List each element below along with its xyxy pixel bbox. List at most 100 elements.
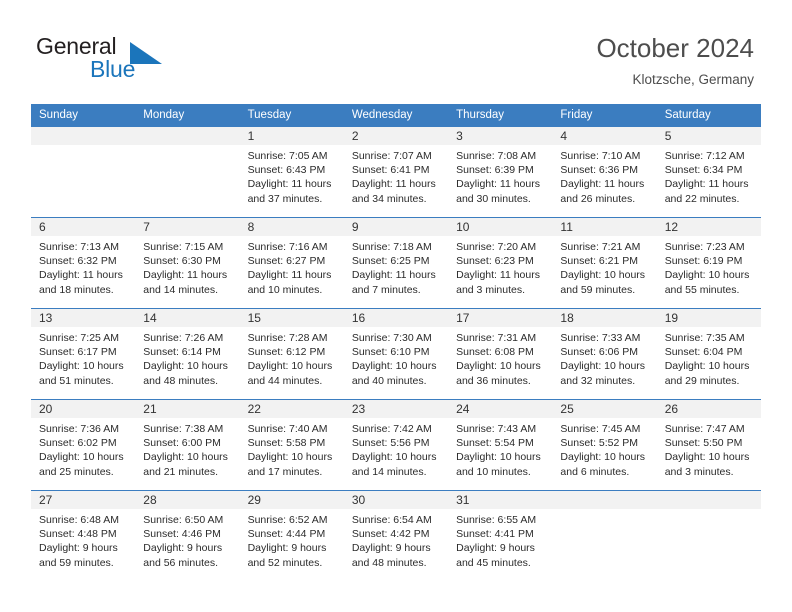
sunrise-text: Sunrise: 7:38 AM bbox=[143, 423, 224, 435]
daylight-text-line1: Daylight: 11 hours bbox=[39, 269, 123, 282]
daylight-text-line1: Daylight: 11 hours bbox=[560, 178, 645, 191]
daylight-text-line2: and 3 minutes. bbox=[456, 283, 526, 296]
calendar-day-cell[interactable]: 14 Sunrise: 7:26 AM Sunset: 6:14 PM Dayligh… bbox=[135, 308, 240, 400]
day-number: 9 bbox=[343, 218, 449, 236]
day-number bbox=[135, 127, 240, 145]
calendar-day-cell[interactable]: 5 Sunrise: 7:12 AM Sunset: 6:34 PM Daylight… bbox=[656, 126, 761, 218]
day-cell-content bbox=[31, 127, 136, 217]
calendar-day-cell[interactable]: 11 Sunrise: 7:21 AM Sunset: 6:21 PM Dayligh… bbox=[552, 217, 657, 309]
calendar-day-cell[interactable]: 31 Sunrise: 6:55 AM Sunset: 4:41 PM Dayligh… bbox=[448, 490, 553, 581]
day-cell-content: 14 Sunrise: 7:26 AM Sunset: 6:14 PM Dayligh… bbox=[135, 309, 240, 399]
day-number: 5 bbox=[656, 127, 761, 145]
sunset-text: Sunset: 6:23 PM bbox=[456, 255, 534, 268]
daylight-text-line2: and 59 minutes. bbox=[560, 283, 636, 296]
day-number: 4 bbox=[552, 127, 657, 145]
daylight-text-line1: Daylight: 10 hours bbox=[247, 451, 333, 464]
calendar-day-cell[interactable]: 9 Sunrise: 7:18 AM Sunset: 6:25 PM Daylight… bbox=[343, 217, 449, 309]
calendar-day-cell[interactable]: 4 Sunrise: 7:10 AM Sunset: 6:36 PM Daylight… bbox=[552, 126, 657, 218]
day-cell-content bbox=[135, 127, 240, 217]
calendar-day-cell[interactable]: 7 Sunrise: 7:15 AM Sunset: 6:30 PM Daylight… bbox=[135, 217, 240, 309]
day-number bbox=[31, 127, 136, 145]
sunrise-text: Sunrise: 7:23 AM bbox=[664, 241, 745, 253]
day-info: Sunrise: 7:47 AM Sunset: 5:50 PM Daylight:… bbox=[657, 418, 761, 479]
calendar-day-cell[interactable]: 30 Sunrise: 6:54 AM Sunset: 4:42 PM Dayligh… bbox=[343, 490, 449, 581]
day-info: Sunrise: 7:21 AM Sunset: 6:21 PM Daylight:… bbox=[552, 236, 656, 297]
sunrise-text: Sunrise: 7:36 AM bbox=[39, 423, 119, 435]
calendar-day-cell[interactable]: 27 Sunrise: 6:48 AM Sunset: 4:48 PM Dayligh… bbox=[31, 490, 136, 581]
calendar-day-cell[interactable]: 8 Sunrise: 7:16 AM Sunset: 6:27 PM Daylight… bbox=[239, 217, 344, 309]
brand-logo[interactable]: General Blue bbox=[36, 33, 256, 93]
sunset-text: Sunset: 4:48 PM bbox=[39, 528, 117, 541]
sunset-text: Sunset: 4:46 PM bbox=[143, 528, 221, 541]
calendar-day-cell[interactable]: 6 Sunrise: 7:13 AM Sunset: 6:32 PM Daylight… bbox=[31, 217, 136, 309]
day-cell-content: 13 Sunrise: 7:25 AM Sunset: 6:17 PM Dayligh… bbox=[31, 309, 136, 399]
daylight-text-line1: Daylight: 10 hours bbox=[664, 360, 750, 373]
page-subtitle: Klotzsche, Germany bbox=[632, 72, 754, 87]
day-info: Sunrise: 7:43 AM Sunset: 5:54 PM Daylight:… bbox=[448, 418, 552, 479]
calendar-day-cell[interactable]: 2 Sunrise: 7:07 AM Sunset: 6:41 PM Daylight… bbox=[343, 126, 449, 218]
day-info: Sunrise: 7:05 AM Sunset: 6:43 PM Daylight:… bbox=[240, 145, 344, 206]
calendar-day-cell[interactable]: 29 Sunrise: 6:52 AM Sunset: 4:44 PM Dayligh… bbox=[239, 490, 344, 581]
calendar-day-cell[interactable]: 13 Sunrise: 7:25 AM Sunset: 6:17 PM Dayligh… bbox=[31, 308, 136, 400]
daylight-text-line2: and 34 minutes. bbox=[351, 192, 427, 205]
calendar-week-row: 6 Sunrise: 7:13 AM Sunset: 6:32 PM Daylight… bbox=[31, 217, 761, 309]
sunset-text: Sunset: 6:41 PM bbox=[351, 164, 430, 177]
day-info: Sunrise: 7:07 AM Sunset: 6:41 PM Daylight:… bbox=[344, 145, 448, 206]
daylight-text-line2: and 45 minutes. bbox=[456, 556, 531, 569]
daylight-text-line2: and 25 minutes. bbox=[39, 465, 114, 478]
calendar-week-row: 1 Sunrise: 7:05 AM Sunset: 6:43 PM Daylight… bbox=[31, 126, 761, 218]
day-cell-content: 15 Sunrise: 7:28 AM Sunset: 6:12 PM Dayligh… bbox=[239, 309, 344, 399]
calendar-day-cell[interactable]: 25 Sunrise: 7:45 AM Sunset: 5:52 PM Dayligh… bbox=[552, 399, 657, 491]
calendar-day-cell[interactable]: 19 Sunrise: 7:35 AM Sunset: 6:04 PM Dayligh… bbox=[656, 308, 761, 400]
sunset-text: Sunset: 6:32 PM bbox=[39, 255, 117, 268]
calendar-day-cell[interactable]: 10 Sunrise: 7:20 AM Sunset: 6:23 PM Dayligh… bbox=[448, 217, 553, 309]
day-number: 3 bbox=[448, 127, 553, 145]
sunrise-text: Sunrise: 7:08 AM bbox=[456, 150, 537, 162]
calendar-day-cell[interactable]: 21 Sunrise: 7:38 AM Sunset: 6:00 PM Dayligh… bbox=[135, 399, 240, 491]
calendar-day-cell[interactable]: 23 Sunrise: 7:42 AM Sunset: 5:56 PM Dayligh… bbox=[343, 399, 449, 491]
calendar-day-cell[interactable]: 18 Sunrise: 7:33 AM Sunset: 6:06 PM Dayligh… bbox=[552, 308, 657, 400]
calendar-day-cell[interactable]: 28 Sunrise: 6:50 AM Sunset: 4:46 PM Dayligh… bbox=[135, 490, 240, 581]
daylight-text-line1: Daylight: 9 hours bbox=[143, 542, 223, 555]
daylight-text-line1: Daylight: 10 hours bbox=[39, 360, 124, 373]
day-cell-content: 18 Sunrise: 7:33 AM Sunset: 6:06 PM Dayligh… bbox=[552, 309, 657, 399]
day-info: Sunrise: 7:25 AM Sunset: 6:17 PM Daylight:… bbox=[31, 327, 135, 388]
day-info: Sunrise: 7:45 AM Sunset: 5:52 PM Daylight:… bbox=[552, 418, 656, 479]
sunset-text: Sunset: 6:25 PM bbox=[351, 255, 430, 268]
page-header: General Blue October 2024 Klotzsche, Ger… bbox=[0, 0, 792, 103]
daylight-text-line1: Daylight: 10 hours bbox=[560, 360, 646, 373]
day-number: 7 bbox=[135, 218, 240, 236]
daylight-text-line1: Daylight: 10 hours bbox=[560, 269, 646, 282]
day-cell-content bbox=[656, 491, 761, 581]
sunrise-text: Sunrise: 7:43 AM bbox=[456, 423, 537, 435]
day-cell-content: 20 Sunrise: 7:36 AM Sunset: 6:02 PM Dayligh… bbox=[31, 400, 136, 490]
calendar-day-cell[interactable]: 24 Sunrise: 7:43 AM Sunset: 5:54 PM Dayligh… bbox=[448, 399, 553, 491]
weekday-header-thursday: Thursday bbox=[448, 104, 553, 127]
calendar-day-cell[interactable]: 17 Sunrise: 7:31 AM Sunset: 6:08 PM Dayligh… bbox=[448, 308, 553, 400]
calendar-day-cell[interactable]: 1 Sunrise: 7:05 AM Sunset: 6:43 PM Daylight… bbox=[239, 126, 344, 218]
calendar-day-cell[interactable]: 26 Sunrise: 7:47 AM Sunset: 5:50 PM Dayligh… bbox=[656, 399, 761, 491]
daylight-text-line2: and 21 minutes. bbox=[143, 465, 218, 478]
daylight-text-line1: Daylight: 9 hours bbox=[39, 542, 118, 555]
sunset-text: Sunset: 5:52 PM bbox=[560, 437, 639, 450]
sunrise-text: Sunrise: 7:18 AM bbox=[351, 241, 432, 253]
sunrise-text: Sunrise: 7:35 AM bbox=[664, 332, 745, 344]
calendar-day-cell[interactable]: 16 Sunrise: 7:30 AM Sunset: 6:10 PM Dayligh… bbox=[343, 308, 449, 400]
day-number: 11 bbox=[552, 218, 657, 236]
daylight-text-line1: Daylight: 11 hours bbox=[143, 269, 228, 282]
day-info: Sunrise: 6:48 AM Sunset: 4:48 PM Daylight:… bbox=[31, 509, 135, 570]
day-cell-content: 29 Sunrise: 6:52 AM Sunset: 4:44 PM Dayligh… bbox=[239, 491, 344, 581]
daylight-text-line1: Daylight: 10 hours bbox=[247, 360, 333, 373]
day-cell-content: 30 Sunrise: 6:54 AM Sunset: 4:42 PM Dayligh… bbox=[343, 491, 449, 581]
day-info: Sunrise: 7:36 AM Sunset: 6:02 PM Daylight:… bbox=[31, 418, 135, 479]
calendar-day-cell[interactable]: 15 Sunrise: 7:28 AM Sunset: 6:12 PM Dayligh… bbox=[239, 308, 344, 400]
calendar-day-cell[interactable]: 20 Sunrise: 7:36 AM Sunset: 6:02 PM Dayligh… bbox=[31, 399, 136, 491]
daylight-text-line1: Daylight: 10 hours bbox=[664, 269, 750, 282]
calendar-day-cell[interactable]: 3 Sunrise: 7:08 AM Sunset: 6:39 PM Daylight… bbox=[448, 126, 553, 218]
day-cell-content: 23 Sunrise: 7:42 AM Sunset: 5:56 PM Dayligh… bbox=[343, 400, 449, 490]
day-info: Sunrise: 7:20 AM Sunset: 6:23 PM Daylight:… bbox=[448, 236, 552, 297]
day-cell-content: 10 Sunrise: 7:20 AM Sunset: 6:23 PM Dayligh… bbox=[448, 218, 553, 308]
calendar-day-cell[interactable]: 12 Sunrise: 7:23 AM Sunset: 6:19 PM Dayligh… bbox=[656, 217, 761, 309]
day-number: 2 bbox=[343, 127, 449, 145]
calendar-day-cell[interactable]: 22 Sunrise: 7:40 AM Sunset: 5:58 PM Dayligh… bbox=[239, 399, 344, 491]
